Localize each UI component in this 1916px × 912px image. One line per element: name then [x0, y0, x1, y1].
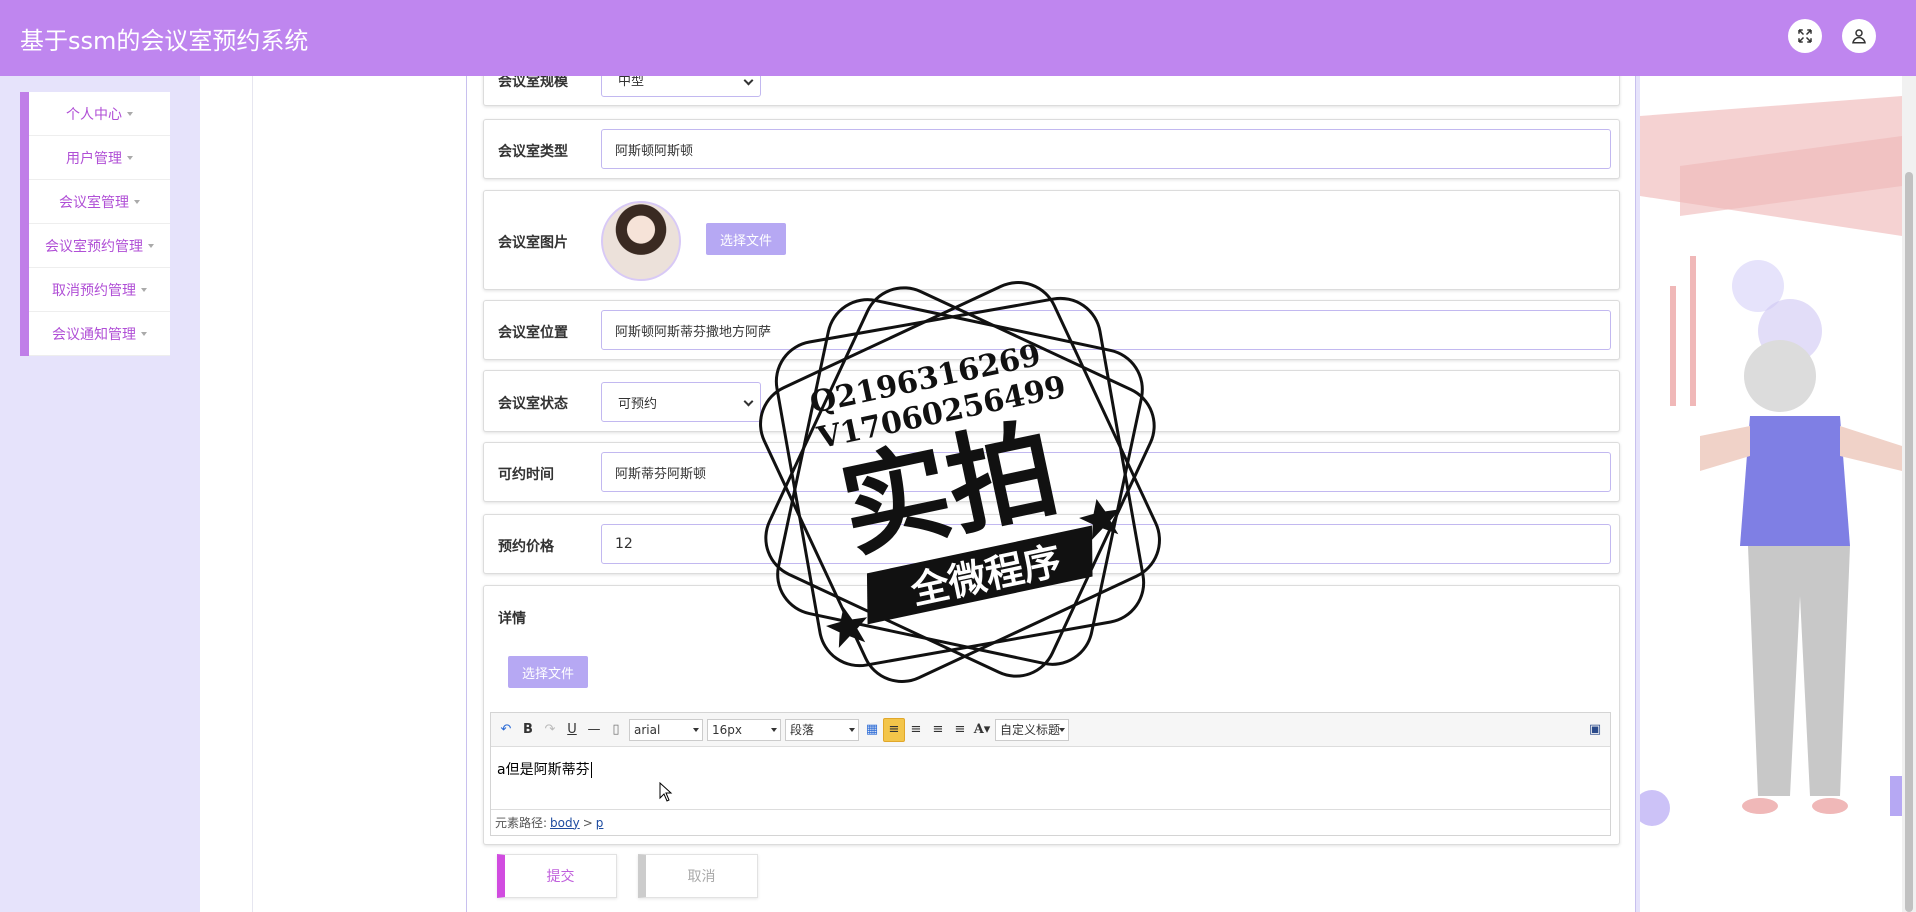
- sidebar: 个人中心 用户管理 会议室管理 会议室预约管理 取消预约管理 会议通知管理: [0, 76, 200, 912]
- dropdown-arrow-icon: [849, 727, 855, 732]
- table-icon[interactable]: ▦: [861, 718, 883, 742]
- location-label: 会议室位置: [498, 325, 568, 341]
- font-size-value: 16px: [712, 722, 742, 737]
- fullscreen-button[interactable]: [1788, 19, 1822, 53]
- custom-title-value: 自定义标题: [1000, 723, 1061, 737]
- app-header: 基于ssm的会议室预约系统: [0, 0, 1916, 76]
- status-select-value: 可预约: [618, 396, 658, 412]
- location-input[interactable]: 阿斯顿阿斯蒂芬撒地方阿萨: [601, 310, 1611, 350]
- image-label: 会议室图片: [498, 235, 568, 251]
- element-path-label: 元素路径:: [495, 816, 548, 830]
- scrollbar-thumb[interactable]: [1905, 172, 1913, 912]
- chevron-down-icon: [743, 396, 754, 407]
- fullscreen-icon: [1798, 29, 1812, 43]
- align-right-icon[interactable]: ≡: [905, 718, 927, 742]
- form-row-price: 预约价格 12: [483, 514, 1620, 574]
- sidebar-item-booking-management[interactable]: 会议室预约管理: [29, 224, 170, 268]
- form-row-image: 会议室图片 选择文件: [483, 190, 1620, 290]
- font-family-select[interactable]: arial: [629, 718, 703, 741]
- room-image-thumbnail: [601, 201, 681, 281]
- undo-icon[interactable]: ↶: [495, 718, 517, 742]
- form-row-status: 会议室状态 可预约: [483, 370, 1620, 432]
- sidebar-item-label: 用户管理: [66, 150, 122, 167]
- status-select[interactable]: 可预约: [601, 382, 761, 422]
- submit-button[interactable]: 提交: [497, 854, 617, 898]
- form-row-time: 可约时间 阿斯蒂芬阿斯顿: [483, 442, 1620, 502]
- image-choose-file-button[interactable]: 选择文件: [706, 223, 786, 255]
- time-input-value: 阿斯蒂芬阿斯顿: [615, 466, 707, 482]
- mouse-cursor-icon: [659, 782, 673, 802]
- location-input-value: 阿斯顿阿斯蒂芬撒地方阿萨: [615, 324, 772, 340]
- font-color-icon[interactable]: A▾: [971, 718, 993, 742]
- detail-label: 详情: [498, 611, 526, 627]
- caret-down-icon: [127, 111, 133, 116]
- type-input[interactable]: 阿斯顿阿斯顿: [601, 129, 1611, 169]
- caret-down-icon: [141, 287, 147, 292]
- user-button[interactable]: [1842, 19, 1876, 53]
- form-row-location: 会议室位置 阿斯顿阿斯蒂芬撒地方阿萨: [483, 300, 1620, 360]
- content-divider: [252, 76, 253, 912]
- chevron-down-icon: [743, 75, 754, 86]
- bold-icon[interactable]: B: [517, 718, 539, 742]
- font-family-value: arial: [634, 722, 661, 737]
- editor-text: a但是阿斯蒂芬: [497, 762, 590, 778]
- background-illustration: [1640, 76, 1902, 912]
- page-icon[interactable]: ▯: [605, 718, 627, 742]
- font-size-select[interactable]: 16px: [707, 718, 781, 741]
- sidebar-item-personal-center[interactable]: 个人中心: [29, 92, 170, 136]
- custom-title-select[interactable]: 自定义标题: [995, 718, 1069, 741]
- dropdown-arrow-icon: [693, 727, 699, 732]
- redo-icon[interactable]: ↷: [539, 718, 561, 742]
- type-label: 会议室类型: [498, 144, 568, 160]
- time-input[interactable]: 阿斯蒂芬阿斯顿: [601, 452, 1611, 492]
- price-input[interactable]: 12: [601, 524, 1611, 564]
- time-label: 可约时间: [498, 467, 554, 483]
- sidebar-item-notice-management[interactable]: 会议通知管理: [29, 312, 170, 356]
- sidebar-item-user-management[interactable]: 用户管理: [29, 136, 170, 180]
- element-path-body-link[interactable]: body: [550, 816, 580, 830]
- detail-choose-file-button[interactable]: 选择文件: [508, 656, 588, 688]
- sidebar-item-label: 会议通知管理: [52, 326, 136, 343]
- align-left-icon[interactable]: ≡: [883, 717, 905, 742]
- editor-toolbar: ↶ B ↷ U — ▯ arial 16px 段落 ▦ ≡ ≡ ≡ ≡ A▾ 自…: [491, 713, 1610, 747]
- caret-down-icon: [148, 243, 154, 248]
- underline-icon[interactable]: U: [561, 718, 583, 742]
- type-input-value: 阿斯顿阿斯顿: [615, 143, 694, 159]
- sidebar-item-cancel-management[interactable]: 取消预约管理: [29, 268, 170, 312]
- dropdown-arrow-icon: [771, 727, 777, 732]
- sidebar-item-room-management[interactable]: 会议室管理: [29, 180, 170, 224]
- sidebar-item-label: 会议室预约管理: [45, 238, 143, 255]
- paragraph-value: 段落: [790, 723, 815, 737]
- sidebar-item-label: 取消预约管理: [52, 282, 136, 299]
- element-path-p-link[interactable]: p: [596, 816, 604, 830]
- sidebar-item-label: 会议室管理: [59, 194, 129, 211]
- form-row-type: 会议室类型 阿斯顿阿斯顿: [483, 119, 1620, 179]
- align-justify-icon[interactable]: ≡: [949, 718, 971, 742]
- text-cursor: [590, 762, 592, 778]
- caret-down-icon: [127, 155, 133, 160]
- sidebar-menu: 个人中心 用户管理 会议室管理 会议室预约管理 取消预约管理 会议通知管理: [20, 92, 170, 356]
- caret-down-icon: [141, 331, 147, 336]
- page-scrollbar[interactable]: [1902, 76, 1916, 912]
- html-source-icon[interactable]: ▣: [1584, 718, 1606, 742]
- horizontal-rule-icon[interactable]: —: [583, 718, 605, 742]
- align-center-icon[interactable]: ≡: [927, 718, 949, 742]
- user-icon: [1852, 29, 1866, 44]
- caret-down-icon: [134, 199, 140, 204]
- cancel-button[interactable]: 取消: [638, 854, 758, 898]
- editor-element-path: 元素路径: body > p: [491, 809, 1610, 835]
- sidebar-item-label: 个人中心: [66, 106, 122, 123]
- rich-text-editor: ↶ B ↷ U — ▯ arial 16px 段落 ▦ ≡ ≡ ≡ ≡ A▾ 自…: [490, 712, 1611, 836]
- paragraph-select[interactable]: 段落: [785, 718, 859, 741]
- price-label: 预约价格: [498, 539, 554, 555]
- element-path-separator: >: [582, 815, 593, 830]
- price-input-value: 12: [615, 536, 633, 552]
- form-row-detail: 详情 选择文件 ↶ B ↷ U — ▯ arial 16px 段落 ▦ ≡ ≡ …: [483, 585, 1620, 845]
- dropdown-arrow-icon: [1059, 727, 1065, 732]
- content-left-margin: [200, 76, 468, 912]
- status-label: 会议室状态: [498, 396, 568, 412]
- app-title: 基于ssm的会议室预约系统: [20, 26, 309, 55]
